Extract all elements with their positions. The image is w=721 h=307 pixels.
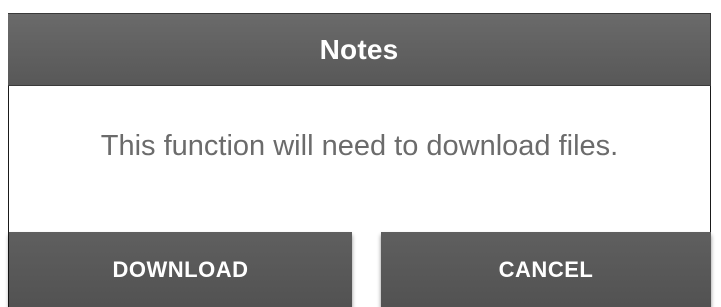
notes-dialog: Notes This function will need to downloa… — [0, 0, 721, 307]
dialog-message: This function will need to download file… — [100, 130, 619, 162]
dialog-title-bar: Notes — [8, 13, 711, 86]
download-button[interactable]: DOWNLOAD — [9, 232, 352, 307]
dialog-title: Notes — [319, 33, 399, 65]
cancel-button[interactable]: CANCEL — [381, 232, 711, 307]
